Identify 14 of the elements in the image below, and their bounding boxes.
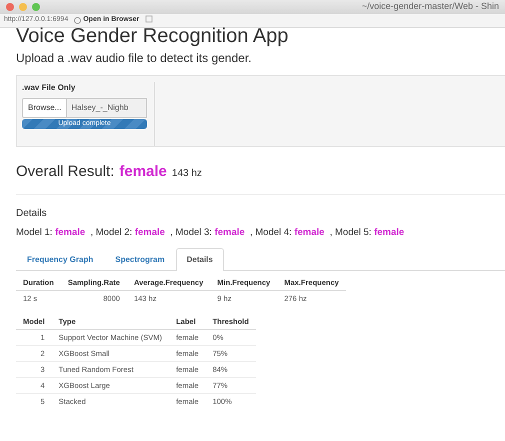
tab[interactable]: Frequency Graph (16, 248, 104, 271)
frequency-value: 143 hz (172, 167, 202, 181)
tab[interactable]: Spectrogram (104, 248, 176, 271)
window-title: ~/voice-gender-master/Web - Shin (362, 0, 499, 14)
section-title: Details (16, 206, 48, 220)
result-value: female (119, 162, 167, 182)
browse-button[interactable]: Browse... (22, 98, 68, 118)
model-results: Model 1: female , Model 2: female , Model 3: female , Model 4: female , Model 5: female (16, 226, 406, 240)
file-name-field[interactable]: Halsey_-_Nighb (67, 98, 147, 118)
result-label: Overall Result: (16, 162, 114, 182)
page-subtitle: Upload a .wav audio file to detect its gender. (16, 50, 252, 67)
page-heading: Voice Gender Recognition App (16, 26, 290, 46)
field-label: .wav File Only (22, 82, 76, 94)
tab[interactable]: Details (176, 248, 224, 271)
